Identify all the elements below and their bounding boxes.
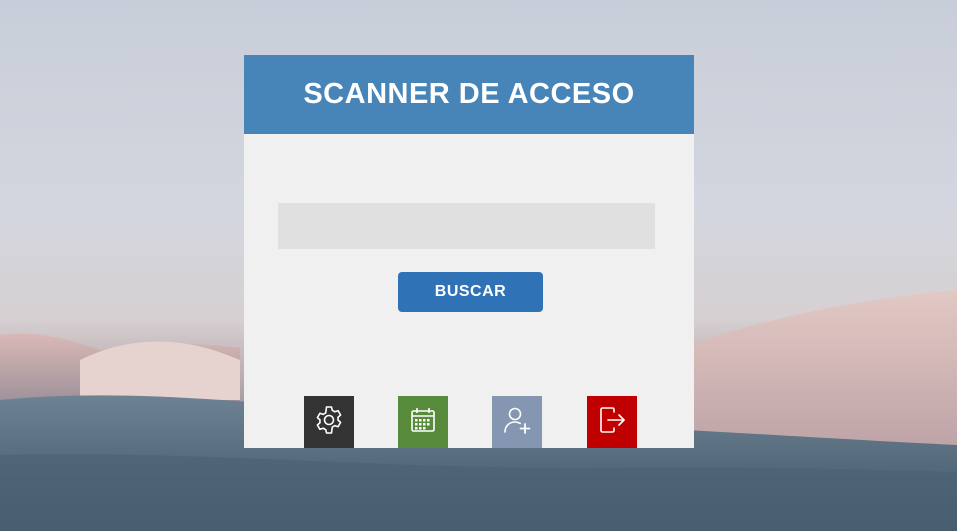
add-user-button[interactable] [492,396,542,448]
access-scanner-panel: SCANNER DE ACCESO BUSCAR [244,55,694,448]
add-user-icon [504,407,531,434]
search-input[interactable] [278,203,655,249]
search-button[interactable]: BUSCAR [398,272,543,312]
logout-button[interactable] [587,396,637,448]
settings-button[interactable] [304,396,354,448]
logout-icon [600,407,625,433]
page-title: SCANNER DE ACCESO [303,78,635,110]
calendar-icon [411,408,435,432]
gear-icon [316,406,342,434]
calendar-button[interactable] [398,396,448,448]
panel-header: SCANNER DE ACCESO [244,55,694,134]
